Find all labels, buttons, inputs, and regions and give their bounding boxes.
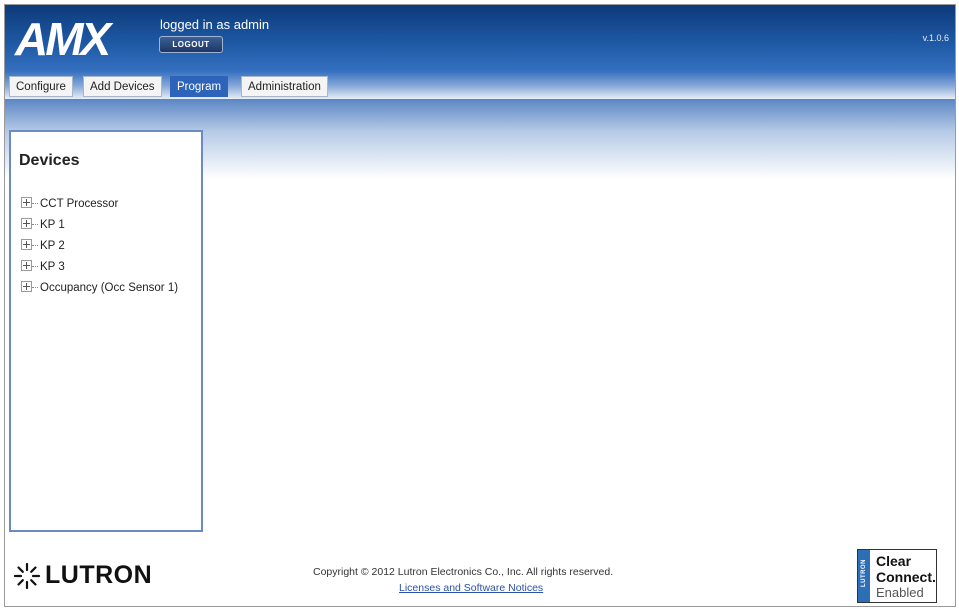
amx-logo: AMX — [14, 13, 117, 63]
badge-line-1: Clear — [876, 553, 912, 569]
logout-button[interactable]: LOGOUT — [159, 36, 223, 53]
copyright-text: Copyright © 2012 Lutron Electronics Co.,… — [313, 566, 614, 578]
clear-connect-badge: LUTRON Clear Connect. Enabled — [857, 549, 937, 603]
devices-title: Devices — [19, 152, 80, 169]
badge-line-3: Enabled — [876, 585, 924, 600]
device-tree-item[interactable]: KP 1 — [21, 215, 178, 236]
tree-connector — [32, 245, 38, 247]
device-label[interactable]: KP 3 — [40, 261, 65, 273]
svg-text:AMX: AMX — [14, 13, 114, 63]
expand-plus-icon[interactable] — [21, 260, 32, 272]
device-tree-item[interactable]: Occupancy (Occ Sensor 1) — [21, 278, 178, 299]
lutron-sunburst-icon — [13, 562, 41, 590]
app-window: AMX logged in as admin LOGOUT v.1.0.6 Co… — [4, 4, 956, 607]
device-tree-item[interactable]: CCT Processor — [21, 194, 178, 215]
badge-strip-label: LUTRON — [861, 559, 867, 587]
device-label[interactable]: Occupancy (Occ Sensor 1) — [40, 282, 178, 294]
badge-line-2: Connect. — [876, 569, 936, 585]
expand-plus-icon[interactable] — [21, 239, 32, 251]
devices-panel: Devices CCT Processor KP 1 KP 2 KP 3 Occ… — [9, 130, 203, 532]
licenses-link[interactable]: Licenses and Software Notices — [399, 582, 543, 594]
lutron-wordmark: LUTRON — [45, 561, 153, 589]
device-label[interactable]: KP 2 — [40, 240, 65, 252]
version-label: v.1.0.6 — [922, 33, 949, 43]
badge-strip: LUTRON — [858, 550, 870, 602]
tab-program[interactable]: Program — [170, 76, 229, 97]
login-status: logged in as admin — [160, 17, 270, 32]
device-tree-item[interactable]: KP 3 — [21, 257, 178, 278]
tree-connector — [32, 287, 38, 289]
tab-bar: Configure Add Devices Program Administra… — [5, 71, 955, 99]
tab-administration[interactable]: Administration — [241, 76, 328, 97]
device-tree: CCT Processor KP 1 KP 2 KP 3 Occupancy (… — [21, 194, 178, 299]
expand-plus-icon[interactable] — [21, 281, 32, 293]
expand-plus-icon[interactable] — [21, 197, 32, 209]
tree-connector — [32, 203, 38, 205]
device-label[interactable]: CCT Processor — [40, 198, 118, 210]
tab-configure[interactable]: Configure — [9, 76, 73, 97]
expand-plus-icon[interactable] — [21, 218, 32, 230]
device-tree-item[interactable]: KP 2 — [21, 236, 178, 257]
tree-connector — [32, 224, 38, 226]
tree-connector — [32, 266, 38, 268]
header-bar: AMX logged in as admin LOGOUT v.1.0.6 — [5, 5, 955, 71]
tab-add-devices[interactable]: Add Devices — [83, 76, 162, 97]
device-label[interactable]: KP 1 — [40, 219, 65, 231]
